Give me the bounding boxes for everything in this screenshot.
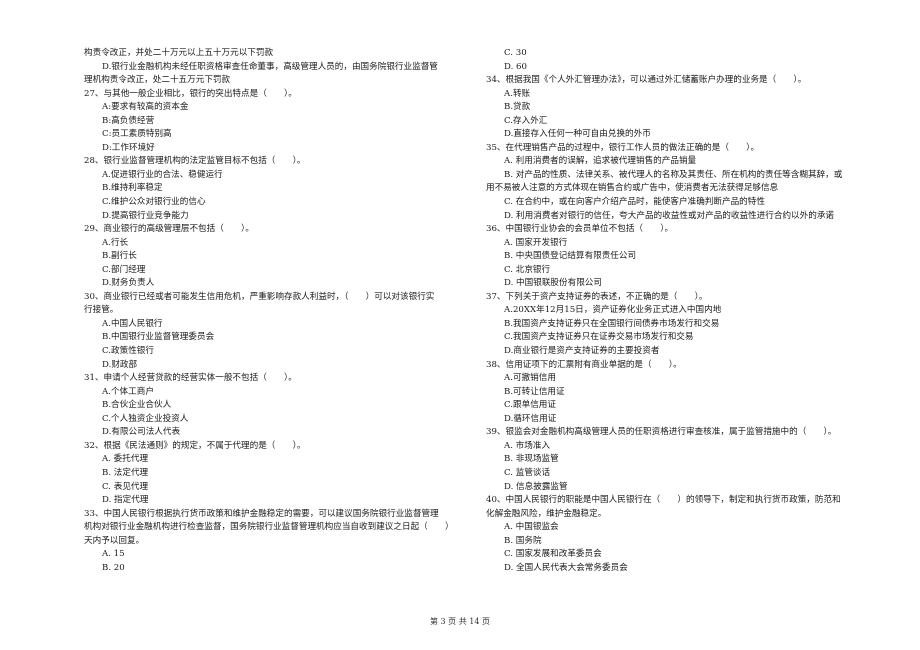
answer-option: A.20XX年12月15日，资产证券化业务正式进入中国内地	[504, 305, 722, 316]
question-stem: 29、商业银行的高级管理层不包括（ ）。	[84, 224, 254, 235]
answer-option: A. 委托代理	[102, 454, 149, 465]
answer-option: C.维护公众对银行业的信心	[102, 197, 206, 208]
answer-option: D.提高银行业竞争能力	[102, 210, 189, 221]
answer-option: C.政策性银行	[102, 346, 154, 357]
answer-option: A. 市场准入	[504, 440, 551, 451]
answer-option: B.可转让信用证	[504, 386, 565, 397]
answer-option: D. 中国银联股份有限公司	[504, 278, 602, 289]
answer-option: C.个人独资企业投资人	[102, 413, 189, 424]
page-footer: 第 3 页 共 14 页	[430, 617, 490, 626]
left-column: 构责令改正，并处二十万元以上五十万元以下罚款 D.银行业金融机构未经任职资格审查任…	[84, 47, 479, 575]
answer-option: D. 信息披露监管	[504, 481, 568, 492]
answer-option: D:工作环境好	[102, 142, 155, 153]
answer-option: C.部门经理	[102, 264, 146, 275]
answer-option: C. 国家发展和改革委员会	[504, 549, 602, 560]
answer-option: C. 30	[504, 48, 527, 58]
question-stem: 31、申请个人经营贷款的经营实体一般不包括（ ）。	[84, 373, 297, 384]
answer-option: B. 非现场监管	[504, 454, 559, 465]
question-stem: 33、中国人民银行根据执行货币政策和维护金融稳定的需要，可以建议国务院银行业监督…	[84, 508, 439, 519]
text-line: 天内予以回复。	[84, 535, 145, 546]
answer-option: D. 指定代理	[102, 495, 149, 506]
question-stem: 36、中国银行业协会的会员单位不包括（ ）。	[486, 224, 674, 235]
answer-option: D.商业银行是资产支持证券的主要投资者	[504, 346, 660, 357]
answer-option: D. 60	[504, 61, 527, 72]
text-line: 用不易被人注意的方式体现在销售合约或广告中，使消费者无法获得足够信息	[486, 183, 779, 194]
answer-option: C.存入外汇	[504, 115, 548, 126]
question-stem: 40、中国人民银行的职能是中国人民银行在（ ）的领导下，制定和执行货币政策，防范…	[486, 495, 841, 506]
answer-option: A.个体工商户	[102, 386, 154, 397]
answer-option: A. 中国银监会	[504, 522, 559, 533]
answer-option: B. 中央国债登记结算有限责任公司	[504, 251, 637, 262]
question-stem: 37、下列关于资产支持证券的表述，不正确的是（ ）。	[486, 291, 708, 302]
answer-option: C.我国资产支持证券只在证券交易市场发行和交易	[504, 332, 694, 343]
answer-option: A.促进银行业的合法、稳健运行	[102, 169, 223, 180]
answer-option: B.贷款	[504, 102, 531, 113]
answer-option: D.直接存入任何一种可自由兑换的外币	[504, 129, 651, 140]
answer-option: B:高负债经营	[102, 115, 155, 126]
answer-option: B. 国务院	[504, 535, 542, 546]
right-column: C. 30 D. 60 34、根据我国《个人外汇管理办法》，可以通过外汇储蓄账户办理…	[486, 47, 886, 575]
answer-option: A. 国家开发银行	[504, 237, 568, 248]
answer-option: D. 全国人民代表大会常务委员会	[504, 562, 628, 573]
answer-option: C. 在合约中，或在向客户介绍产品时，能使客户准确判断产品的特性	[504, 197, 765, 208]
answer-option: B. 20	[102, 562, 125, 573]
answer-option: B.中国银行业监督管理委员会	[102, 332, 215, 343]
answer-option: D.银行业金融机构未经任职资格审查任命董事，高级管理人员的，由国务院银行业监督管	[102, 61, 438, 72]
document-page: 构责令改正，并处二十万元以上五十万元以下罚款 D.银行业金融机构未经任职资格审查任…	[0, 0, 920, 650]
answer-option: C. 北京银行	[504, 264, 551, 275]
answer-option: D.有限公司法人代表	[102, 427, 181, 438]
answer-option: B.副行长	[102, 251, 137, 262]
answer-option: B.我国资产支持证券只在全国银行间债券市场发行和交易	[504, 318, 720, 329]
answer-option: A. 利用消费者的误解，追求被代理销售的产品销量	[504, 156, 697, 167]
answer-option: C:员工素质特别高	[102, 129, 172, 140]
answer-option: B.维持利率稳定	[102, 183, 163, 194]
answer-option: C. 表见代理	[102, 481, 149, 492]
question-stem: 27、与其他一般企业相比，银行的突出特点是（ ）。	[84, 88, 297, 99]
question-stem: 28、银行业监督管理机构的法定监管目标不包括（ ）。	[84, 156, 306, 167]
answer-option: B. 对产品的性质、法律关系、被代理人的名称及其责任、所在机构的责任等含糊其辞，…	[504, 169, 843, 180]
question-stem: 38、信用证项下的汇票附有商业单据的是（ ）。	[486, 359, 682, 370]
text-line: 化解金融风险，维护金融稳定。	[486, 508, 607, 519]
answer-option: A.可撤销信用	[504, 373, 556, 384]
answer-option: D.循环信用证	[504, 413, 557, 424]
question-stem: 30、商业银行已经或者可能发生信用危机，严重影响存款人利益时，（ ）可以对该银行…	[84, 291, 435, 302]
question-stem: 34、根据我国《个人外汇管理办法》，可以通过外汇储蓄账户办理的业务是（ ）。	[486, 75, 807, 86]
text-line: 构责令改正，并处二十万元以上五十万元以下罚款	[84, 48, 274, 58]
answer-option: D.财政部	[102, 359, 138, 370]
question-stem: 39、银监会对金融机构高级管理人员的任职资格进行审查核准，属于监管措施中的（ ）…	[486, 427, 837, 438]
answer-option: C.跟单信用证	[504, 400, 556, 411]
answer-option: A.行长	[102, 237, 129, 248]
text-line: 理机构责令改正，处二十五万元下罚款	[84, 75, 231, 86]
answer-option: A. 15	[102, 549, 125, 560]
question-stem: 32、根据《民法通则》的规定，不属于代理的是（ ）。	[84, 440, 306, 451]
question-stem: 35、在代理销售产品的过程中，银行工作人员的做法正确的是（ ）。	[486, 142, 760, 153]
answer-option: A.转账	[504, 88, 531, 99]
answer-option: A:要求有较高的资本金	[102, 102, 189, 113]
text-line: 行接管。	[84, 305, 119, 316]
text-line: 机构对银行业金融机构进行检查监督，国务院银行业监督管理机构应当自收到建议之日起（…	[84, 522, 454, 533]
answer-option: B. 法定代理	[102, 467, 149, 478]
answer-option: B.合伙企业合伙人	[102, 400, 172, 411]
answer-option: A.中国人民银行	[102, 318, 163, 329]
answer-option: D.财务负责人	[102, 278, 155, 289]
answer-option: D. 利用消费者对银行的信任，夸大产品的收益性或对产品的收益性进行合约以外的承诺	[504, 210, 835, 221]
answer-option: C. 监管谈话	[504, 467, 551, 478]
